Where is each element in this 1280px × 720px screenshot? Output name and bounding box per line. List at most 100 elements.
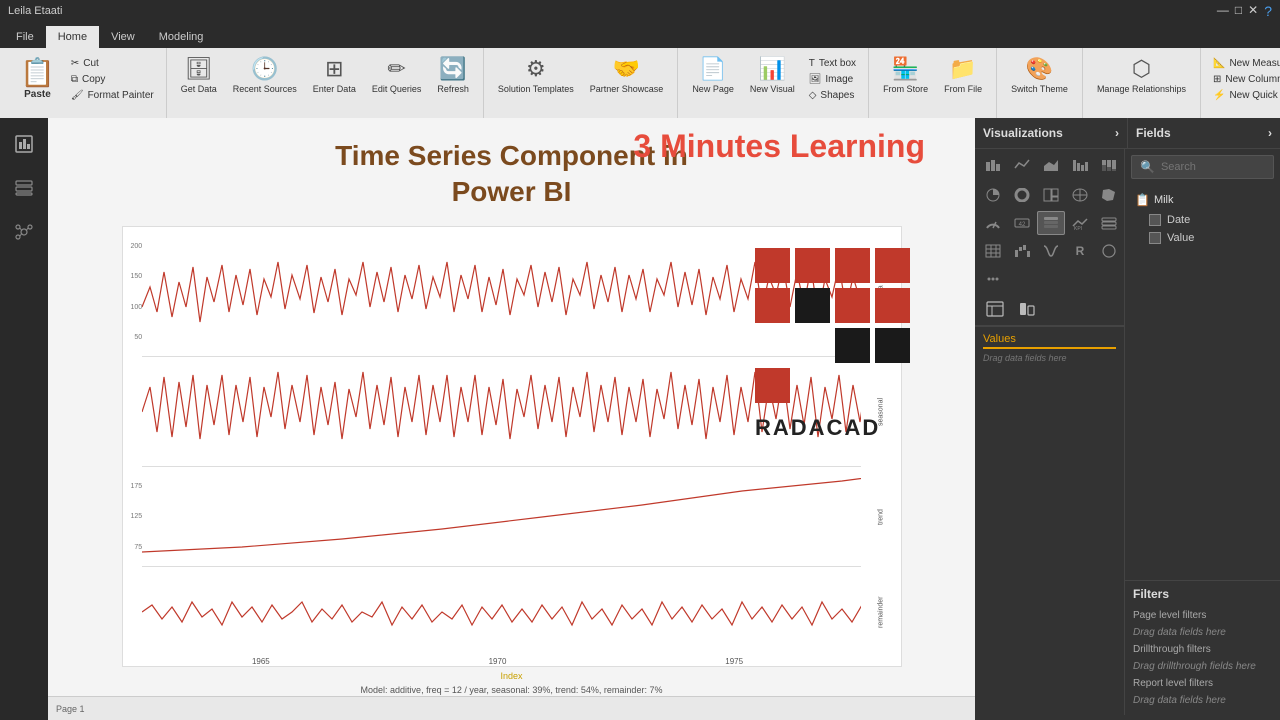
viz-matrix[interactable] xyxy=(979,239,1007,263)
manage-relationships-label: Manage Relationships xyxy=(1097,84,1186,94)
image-button[interactable]: 🖼 Image xyxy=(805,72,860,87)
help-icon[interactable]: ? xyxy=(1264,3,1272,19)
window-title: Leila Etaati xyxy=(8,5,62,17)
tab-modeling[interactable]: Modeling xyxy=(147,26,216,48)
new-quick-measure-button[interactable]: ⚡ New Quick Measure xyxy=(1209,88,1280,103)
themes-items: 🎨 Switch Theme xyxy=(1005,52,1074,119)
filter-page-level: Page level filters xyxy=(1133,607,1272,624)
custom-visuals-items: 🏪 From Store 📁 From File xyxy=(877,52,988,119)
fields-tab[interactable]: Fields › xyxy=(1128,118,1280,148)
viz-card[interactable]: 42 xyxy=(1008,211,1036,235)
search-input[interactable] xyxy=(1161,161,1265,173)
switch-theme-label: Switch Theme xyxy=(1011,84,1068,94)
viz-treemap[interactable] xyxy=(1037,183,1065,207)
calculations-items: 📐 New Measure ⊞ New Column ⚡ New Quick M… xyxy=(1209,52,1280,119)
viz-python[interactable] xyxy=(1095,239,1123,263)
viz-donut[interactable] xyxy=(1008,183,1036,207)
search-box[interactable]: 🔍 xyxy=(1131,155,1274,179)
viz-fields-icon[interactable] xyxy=(981,297,1009,321)
new-column-button[interactable]: ⊞ New Column xyxy=(1209,72,1280,87)
filter-drag-report[interactable]: Drag data fields here xyxy=(1133,692,1272,709)
bottom-bar: Page 1 xyxy=(48,696,975,720)
cut-button[interactable]: ✂ Cut xyxy=(67,56,158,71)
viz-ribbon[interactable] xyxy=(1037,239,1065,263)
window-controls[interactable]: — □ ✕ ? xyxy=(1217,3,1272,19)
visualizations-expand-icon[interactable]: › xyxy=(1115,126,1119,140)
y-axis-seasonal-spacer xyxy=(123,357,143,467)
milk-group: 📋 Milk Date Value xyxy=(1129,189,1276,247)
from-file-button[interactable]: 📁 From File xyxy=(938,52,988,98)
viz-more[interactable] xyxy=(979,267,1007,291)
svg-text:KPI: KPI xyxy=(1074,226,1082,230)
viz-format-icon[interactable] xyxy=(1013,297,1041,321)
new-visual-button[interactable]: 📊 New Visual xyxy=(744,52,801,98)
viz-stacked-bar[interactable] xyxy=(979,153,1007,177)
viz-100-stacked[interactable] xyxy=(1095,153,1123,177)
viz-gauge[interactable] xyxy=(979,211,1007,235)
table-icon: 📋 xyxy=(1135,193,1150,207)
solution-templates-button[interactable]: ⚙ Solution Templates xyxy=(492,52,580,98)
filters-title: Filters xyxy=(1133,587,1272,601)
sidebar-data-icon[interactable] xyxy=(6,170,42,206)
viz-multirow-card[interactable] xyxy=(1037,211,1065,235)
filter-drillthrough: Drillthrough filters xyxy=(1133,641,1272,658)
close-btn[interactable]: ✕ xyxy=(1248,3,1258,19)
viz-grid-2 xyxy=(975,181,1124,209)
viz-waterfall[interactable] xyxy=(1008,239,1036,263)
chart-svg-remainder xyxy=(142,567,860,657)
partner-showcase-label: Partner Showcase xyxy=(590,84,664,94)
text-box-button[interactable]: T Text box xyxy=(805,56,860,71)
viz-area[interactable] xyxy=(1037,153,1065,177)
minimize-btn[interactable]: — xyxy=(1217,3,1229,19)
viz-clustered-bar[interactable] xyxy=(1066,153,1094,177)
filter-drag-page[interactable]: Drag data fields here xyxy=(1133,624,1272,641)
value-checkbox[interactable] xyxy=(1149,232,1161,244)
format-painter-button[interactable]: 🖌 Format Painter xyxy=(67,88,158,103)
sidebar-report-icon[interactable] xyxy=(6,126,42,162)
new-page-button[interactable]: 📄 New Page xyxy=(686,52,740,98)
enter-data-button[interactable]: ⊞ Enter Data xyxy=(307,52,362,98)
resources-items: ⚙ Solution Templates 🤝 Partner Showcase xyxy=(492,52,669,119)
fields-expand-icon[interactable]: › xyxy=(1268,126,1272,140)
edit-queries-button[interactable]: ✏ Edit Queries xyxy=(366,52,428,98)
get-data-button[interactable]: 🗄 Get Data xyxy=(175,52,223,98)
switch-theme-button[interactable]: 🎨 Switch Theme xyxy=(1005,52,1074,98)
new-quick-measure-icon: ⚡ xyxy=(1213,90,1225,101)
viz-grid-5 xyxy=(975,265,1124,293)
from-store-button[interactable]: 🏪 From Store xyxy=(877,52,934,98)
main-content: 3 Minutes Learning Time Series Component… xyxy=(48,118,975,720)
date-checkbox[interactable] xyxy=(1149,214,1161,226)
viz-slicer[interactable] xyxy=(1095,211,1123,235)
shapes-button[interactable]: ◇ Shapes xyxy=(805,88,860,103)
sidebar-model-icon[interactable] xyxy=(6,214,42,250)
paste-label: Paste xyxy=(24,89,51,100)
field-value[interactable]: Value xyxy=(1129,229,1276,247)
field-date[interactable]: Date xyxy=(1129,211,1276,229)
viz-line[interactable] xyxy=(1008,153,1036,177)
filter-drag-drillthrough[interactable]: Drag drillthrough fields here xyxy=(1133,658,1272,675)
milk-group-header[interactable]: 📋 Milk xyxy=(1129,189,1276,211)
new-measure-label: New Measure xyxy=(1229,58,1280,69)
refresh-button[interactable]: 🔄 Refresh xyxy=(431,52,475,98)
manage-relationships-button[interactable]: ⬡ Manage Relationships xyxy=(1091,52,1192,98)
viz-filled-map[interactable] xyxy=(1095,183,1123,207)
refresh-label: Refresh xyxy=(437,84,469,94)
new-measure-button[interactable]: 📐 New Measure xyxy=(1209,56,1280,71)
partner-showcase-button[interactable]: 🤝 Partner Showcase xyxy=(584,52,670,98)
tab-view[interactable]: View xyxy=(99,26,147,48)
maximize-btn[interactable]: □ xyxy=(1235,3,1242,19)
viz-map[interactable] xyxy=(1066,183,1094,207)
tab-file[interactable]: File xyxy=(4,26,46,48)
tab-home[interactable]: Home xyxy=(46,26,99,48)
insert-col: T Text box 🖼 Image ◇ Shapes xyxy=(805,52,860,103)
recent-sources-button[interactable]: 🕒 Recent Sources xyxy=(227,52,303,98)
paste-button[interactable]: 📋 Paste xyxy=(12,52,63,104)
viz-r-script[interactable]: R xyxy=(1066,239,1094,263)
viz-kpi[interactable]: KPI xyxy=(1066,211,1094,235)
brand-overlay: 3 Minutes Learning xyxy=(633,128,925,165)
copy-button[interactable]: ⧉ Copy xyxy=(67,72,158,87)
viz-pie[interactable] xyxy=(979,183,1007,207)
visualizations-tab[interactable]: Visualizations › xyxy=(975,118,1128,148)
calculations-col: 📐 New Measure ⊞ New Column ⚡ New Quick M… xyxy=(1209,52,1280,103)
chart-panel-trend: 175 125 75 trend xyxy=(123,467,901,567)
